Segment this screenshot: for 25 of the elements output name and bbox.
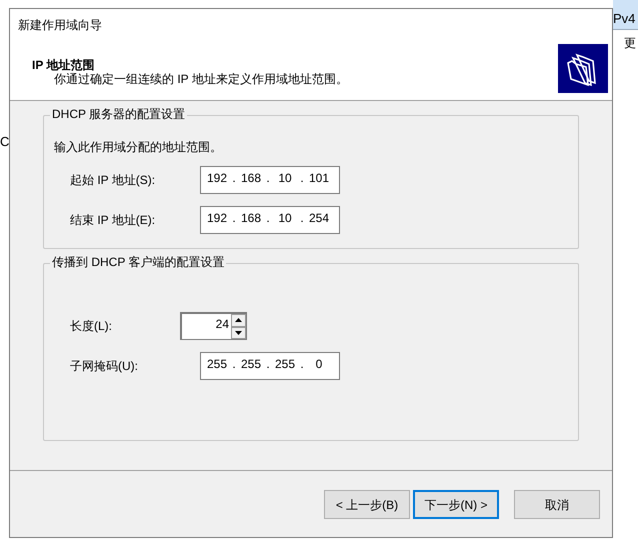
group-note: 输入此作用域分配的地址范围。	[54, 139, 223, 156]
ip-address-field[interactable]: 255 . 255 . 255 . 0	[200, 352, 340, 380]
ip-address-field[interactable]: 192 . 168 . 10 . 254	[200, 206, 340, 234]
group-title: DHCP 服务器的配置设置	[50, 108, 188, 120]
background-text: C	[0, 133, 10, 151]
field-label: 子网掩码(U):	[69, 358, 139, 375]
folders-icon	[558, 44, 608, 93]
spin-up-button[interactable]	[231, 314, 246, 326]
wizard-button[interactable]: 取消	[514, 490, 600, 519]
window-title: 新建作用域向导	[18, 17, 102, 34]
group-title: 传播到 DHCP 客户端的配置设置	[50, 256, 226, 268]
ip-address-field[interactable]: 192 . 168 . 10 . 101	[200, 166, 340, 194]
up-triangle-icon	[235, 318, 242, 322]
spin-down-button[interactable]	[231, 326, 246, 339]
field-label: 结束 IP 地址(E):	[69, 212, 156, 229]
page-title: IP 地址范围	[32, 57, 94, 73]
page-subtitle: 你通过确定一组连续的 IP 地址来定义作用域地址范围。	[54, 71, 348, 88]
background-text: 更	[624, 35, 636, 52]
background-header: Pv4	[613, 0, 638, 30]
down-triangle-icon	[235, 330, 242, 334]
wizard-button[interactable]: < 上一步(B)	[324, 490, 410, 519]
wizard-button[interactable]: 下一步(N) >	[413, 490, 499, 519]
field-label: 长度(L):	[69, 318, 113, 335]
field-label: 起始 IP 地址(S):	[69, 172, 156, 189]
spin-box-field[interactable]: 24	[180, 312, 247, 340]
